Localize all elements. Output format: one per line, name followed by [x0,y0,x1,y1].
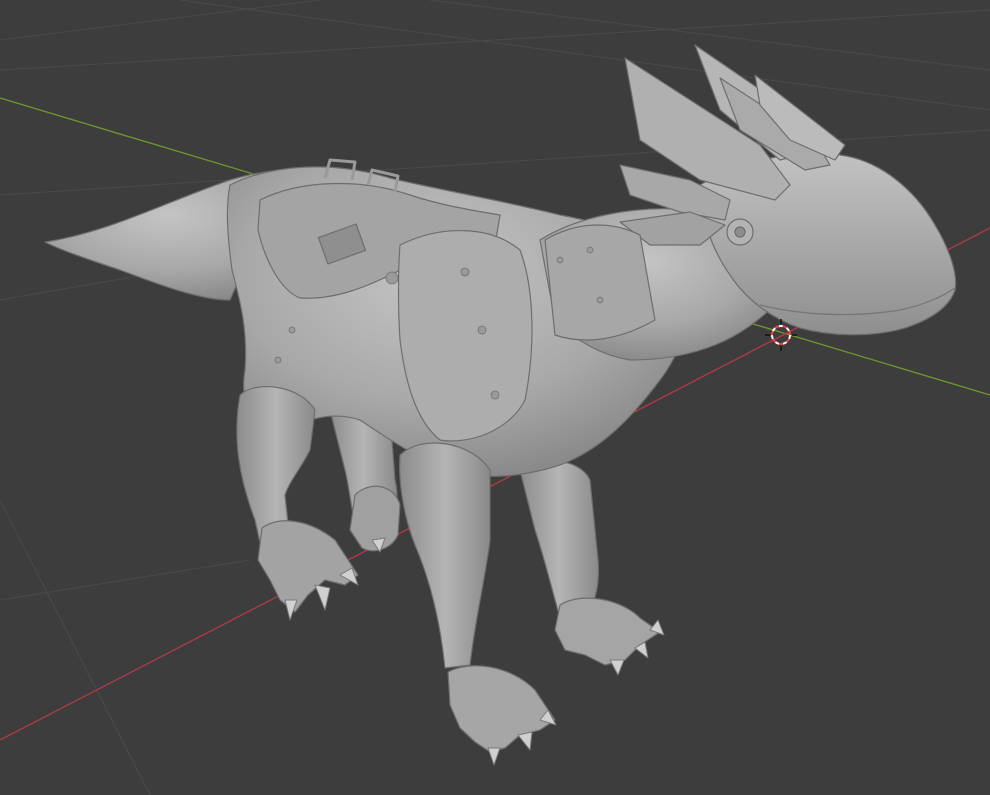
head-bolt-center [734,226,746,238]
neck-armor [544,224,656,341]
front-foot-near [447,665,556,753]
front-leg-far [519,460,600,619]
3d-viewport[interactable] [0,0,990,795]
shoulder-armor [397,230,533,442]
front-leg-near [399,442,491,669]
